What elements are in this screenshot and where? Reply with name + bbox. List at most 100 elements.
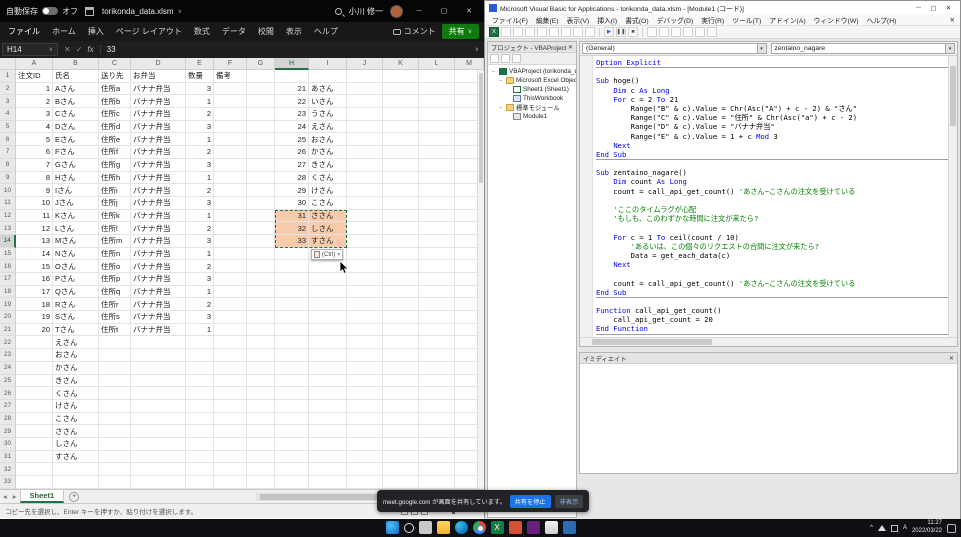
cell[interactable] [309, 476, 347, 489]
cell[interactable]: 15 [16, 260, 53, 273]
cell[interactable] [419, 83, 455, 96]
cell[interactable] [214, 463, 247, 476]
cell[interactable]: 1 [16, 83, 53, 96]
cell[interactable]: 備考 [214, 70, 247, 83]
row-header[interactable]: 21 [0, 324, 16, 337]
cell[interactable]: Tさん [53, 324, 99, 337]
cell[interactable]: バナナ弁当 [131, 172, 186, 185]
cell[interactable]: 3 [186, 121, 214, 134]
cell[interactable] [275, 349, 309, 362]
cell[interactable]: バナナ弁当 [131, 133, 186, 146]
cell[interactable]: 住所t [99, 324, 131, 337]
ribbon-tab[interactable]: ヘルプ [308, 22, 344, 41]
volume-icon[interactable] [891, 525, 898, 532]
cell[interactable] [214, 83, 247, 96]
cell[interactable] [16, 336, 53, 349]
cell[interactable] [214, 349, 247, 362]
cell[interactable]: 18 [16, 298, 53, 311]
cell[interactable] [309, 425, 347, 438]
cell[interactable] [247, 425, 275, 438]
cell[interactable]: えさん [53, 336, 99, 349]
cell[interactable]: 1 [186, 133, 214, 146]
cell[interactable]: 住所m [99, 235, 131, 248]
object-browser-icon[interactable] [683, 27, 693, 37]
save-icon[interactable] [85, 7, 94, 16]
chrome-icon[interactable] [473, 521, 486, 534]
cell[interactable] [309, 70, 347, 83]
cell[interactable] [247, 476, 275, 489]
row-header[interactable]: 12 [0, 210, 16, 223]
cell[interactable]: バナナ弁当 [131, 184, 186, 197]
cell[interactable] [383, 349, 419, 362]
cell[interactable] [16, 400, 53, 413]
cell[interactable]: 1 [186, 210, 214, 223]
row-header[interactable]: 16 [0, 260, 16, 273]
cell[interactable]: 住所c [99, 108, 131, 121]
cell[interactable] [383, 375, 419, 388]
enter-icon[interactable]: ✓ [76, 45, 83, 54]
cell[interactable] [347, 83, 383, 96]
sheet-prev-icon[interactable]: ◂ [0, 492, 10, 501]
cell[interactable]: 1 [186, 248, 214, 261]
hide-banner-button[interactable]: 非表示 [555, 495, 584, 508]
cell[interactable]: 住所e [99, 133, 131, 146]
row-header[interactable]: 27 [0, 400, 16, 413]
cell[interactable] [347, 286, 383, 299]
cell[interactable]: 住所h [99, 172, 131, 185]
column-header[interactable]: M [455, 58, 484, 70]
cell[interactable]: 22 [275, 95, 309, 108]
cell[interactable] [347, 362, 383, 375]
ribbon-tab[interactable]: 表示 [280, 22, 308, 41]
cell[interactable] [16, 375, 53, 388]
cell[interactable] [383, 70, 419, 83]
cell[interactable] [214, 172, 247, 185]
cell[interactable] [347, 425, 383, 438]
column-header[interactable]: L [419, 58, 455, 70]
cell[interactable]: バナナ弁当 [131, 298, 186, 311]
cell[interactable] [186, 425, 214, 438]
cell[interactable] [131, 451, 186, 464]
cell[interactable] [419, 159, 455, 172]
menu-item[interactable]: デバッグ(D) [653, 15, 698, 25]
cell[interactable]: 数量 [186, 70, 214, 83]
cell[interactable]: きさん [309, 159, 347, 172]
cell[interactable]: 2 [16, 95, 53, 108]
cell[interactable] [383, 184, 419, 197]
cell[interactable] [347, 349, 383, 362]
row-header[interactable]: 14 [0, 235, 16, 248]
cell[interactable] [131, 362, 186, 375]
design-mode-icon[interactable] [647, 27, 657, 37]
cell[interactable] [16, 362, 53, 375]
cell[interactable]: 20 [16, 324, 53, 337]
cell[interactable]: 4 [16, 121, 53, 134]
menu-item[interactable]: ファイル(F) [488, 15, 532, 25]
row-header[interactable]: 11 [0, 197, 16, 210]
cell[interactable] [214, 133, 247, 146]
cell[interactable] [275, 387, 309, 400]
formula-input[interactable]: 33 [101, 45, 116, 54]
cell[interactable] [383, 413, 419, 426]
cell[interactable]: Pさん [53, 273, 99, 286]
cell[interactable]: けさん [53, 400, 99, 413]
cell[interactable]: しさん [53, 438, 99, 451]
cell[interactable] [309, 336, 347, 349]
cell[interactable] [214, 387, 247, 400]
tree-item[interactable]: Module1 [488, 112, 576, 121]
cell[interactable]: おさん [53, 349, 99, 362]
row-header[interactable]: 10 [0, 184, 16, 197]
avatar[interactable] [390, 5, 403, 18]
cell[interactable]: バナナ弁当 [131, 286, 186, 299]
cell[interactable] [275, 248, 309, 261]
cell[interactable]: 21 [275, 83, 309, 96]
object-dropdown[interactable]: (General)▾ [582, 43, 767, 54]
cell[interactable]: Mさん [53, 235, 99, 248]
cell[interactable] [214, 108, 247, 121]
cell[interactable] [214, 451, 247, 464]
column-header[interactable]: B [53, 58, 99, 70]
cell[interactable] [16, 451, 53, 464]
cell[interactable]: 26 [275, 146, 309, 159]
cell[interactable] [275, 362, 309, 375]
cell[interactable]: 3 [186, 197, 214, 210]
cell[interactable] [247, 311, 275, 324]
row-header[interactable]: 4 [0, 108, 16, 121]
